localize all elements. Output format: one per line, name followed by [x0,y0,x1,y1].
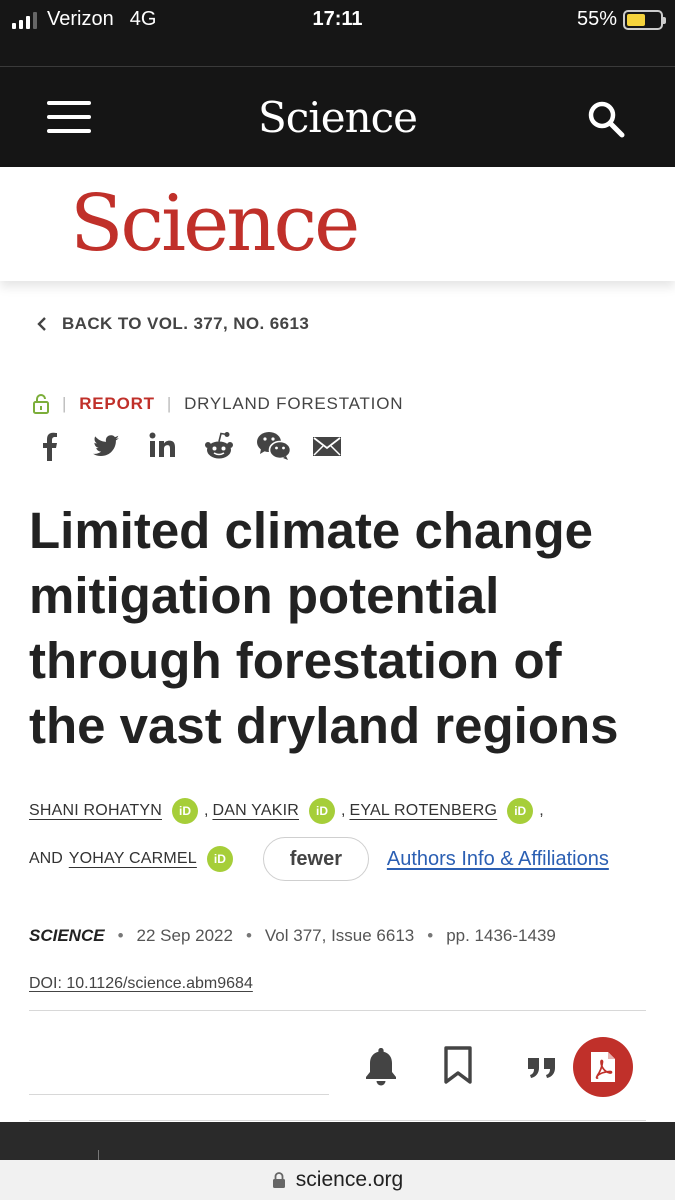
orcid-icon[interactable]: iD [309,798,336,824]
pdf-download-button[interactable] [573,1037,633,1097]
lock-icon [272,1172,285,1188]
masthead-logo[interactable]: Science [70,185,360,263]
publication-info: SCIENCE • 22 Sep 2022 • Vol 377, Issue 6… [29,926,556,946]
publication-date: 22 Sep 2022 [136,926,233,945]
author-separator: , [203,802,209,819]
volume-issue[interactable]: Vol 377, Issue 6613 [265,926,414,946]
status-right: 55% [576,8,666,31]
search-icon[interactable] [586,99,626,139]
info-dot: • [427,926,434,945]
battery-percent: 55% [576,8,617,30]
bookmark-icon[interactable] [442,1046,474,1084]
and-word: AND [29,850,63,867]
author-name[interactable]: YOHAY CARMEL [69,850,197,868]
footer-divider [98,1150,99,1160]
page-range: pp. 1436-1439 [446,926,556,945]
masthead: Science [0,167,675,281]
page-footer-bar [0,1122,675,1160]
author-line: AND YOHAY CARMEL iD fewer Authors Info &… [29,837,649,881]
clock: 17:11 [312,8,363,30]
doi-link[interactable]: DOI: 10.1126/science.abm9684 [29,975,253,993]
info-dot: • [117,926,124,945]
meta-separator: | [166,394,173,413]
orcid-icon[interactable]: iD [206,846,233,872]
article-meta: | REPORT | DRYLAND FORESTATION [32,393,403,415]
orcid-icon[interactable]: iD [507,798,534,824]
pdf-icon [591,1052,615,1082]
quote-icon[interactable] [526,1052,558,1080]
back-to-issue-link[interactable]: BACK TO VOL. 377, NO. 6613 [36,314,309,334]
author-separator: , [539,802,544,819]
fewer-authors-button[interactable]: fewer [262,837,369,881]
status-bar: Verizon 4G 17:11 55% [0,0,675,66]
journal-name[interactable]: SCIENCE [29,926,105,946]
author-line: SHANI ROHATYN iD , DAN YAKIR iD , EYAL R… [29,798,649,824]
info-dot: • [245,926,252,945]
divider [29,1010,646,1011]
divider [29,1120,646,1121]
share-bar [36,430,342,462]
linkedin-icon[interactable] [148,430,176,462]
back-link-label: BACK TO VOL. 377, NO. 6613 [62,314,310,333]
app-header: Science [0,67,675,167]
meta-separator: | [62,394,68,413]
wechat-icon[interactable] [256,430,292,462]
email-icon[interactable] [312,430,342,462]
authors-affiliations-link[interactable]: Authors Info & Affiliations [387,848,609,871]
chevron-left-icon [37,317,46,331]
author-name[interactable]: DAN YAKIR [212,802,299,820]
article-type[interactable]: REPORT [79,394,155,414]
author-list: SHANI ROHATYN iD , DAN YAKIR iD , EYAL R… [29,798,649,894]
reddit-icon[interactable] [204,430,234,462]
browser-url-bar[interactable]: science.org [0,1160,675,1200]
battery-icon [623,9,666,30]
bell-icon[interactable] [362,1044,400,1088]
article-title: Limited climate change mitigation potent… [29,502,619,754]
author-name[interactable]: SHANI ROHATYN [29,802,162,820]
orcid-icon[interactable]: iD [171,798,198,824]
author-name[interactable]: EYAL ROTENBERG [349,802,497,820]
header-logo[interactable]: Science [0,93,675,142]
author-separator: , [341,802,346,819]
unlock-icon [33,394,49,414]
article-section[interactable]: DRYLAND FORESTATION [184,394,403,414]
twitter-icon[interactable] [92,430,120,462]
url-text: science.org [295,1168,404,1191]
divider [29,1094,329,1095]
facebook-icon[interactable] [36,430,64,462]
